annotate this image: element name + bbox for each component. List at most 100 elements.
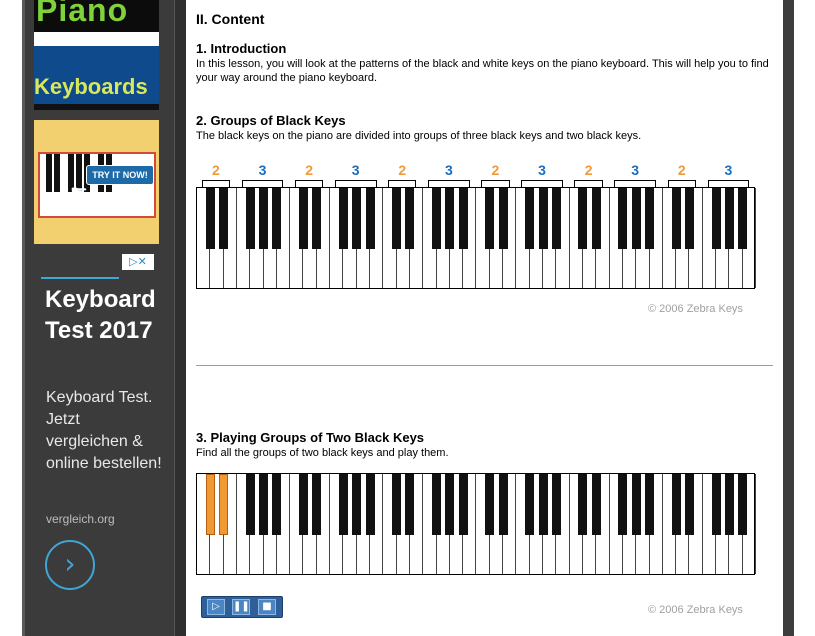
black-key[interactable] [392,474,402,535]
black-key[interactable] [525,474,535,535]
black-key[interactable] [724,188,734,249]
group-count-label: 2 [305,162,314,178]
black-key[interactable] [618,474,628,535]
group-count-label: 2 [584,162,593,178]
black-key[interactable] [578,474,588,535]
black-key[interactable] [259,474,269,535]
groups-text: The black keys on the piano are divided … [196,130,642,142]
try-it-now-ad-image[interactable]: TRY IT NOW! ☛ [34,120,159,244]
black-key[interactable] [405,188,415,249]
group-count-label: 3 [538,162,546,178]
black-key[interactable] [618,188,628,249]
piano-keyboards-banner[interactable]: Piano Keyboards [34,0,159,110]
black-key[interactable] [219,474,229,535]
black-key[interactable] [498,474,508,535]
group-bracket [481,180,510,187]
black-key[interactable] [538,474,548,535]
black-key[interactable] [352,188,362,249]
black-key[interactable] [591,188,601,249]
black-key[interactable] [205,474,215,535]
chevron-right-icon[interactable]: › [45,540,95,590]
ad-title[interactable]: Keyboard Test 2017 [45,284,165,346]
black-key[interactable] [445,188,455,249]
black-key[interactable] [272,188,282,249]
mini-keyboard-illustration [38,152,156,218]
black-key[interactable] [738,188,748,249]
black-key[interactable] [445,474,455,535]
black-key[interactable] [205,188,215,249]
stop-icon[interactable]: ■ [258,599,276,615]
playing-heading: 3. Playing Groups of Two Black Keys [196,430,425,445]
black-key[interactable] [245,188,255,249]
black-key[interactable] [298,474,308,535]
banner-top-text: Piano [36,0,129,28]
black-key[interactable] [312,188,322,249]
black-key[interactable] [365,188,375,249]
group-bracket [334,180,377,187]
copyright-2: © 2006 Zebra Keys [648,604,743,616]
grouped-piano-keyboard: 2 3 2 3 2 3 2 3 2 3 2 3 [196,160,756,289]
playback-controls: ▷ ❚❚ ■ [201,596,283,618]
black-key[interactable] [671,188,681,249]
black-key[interactable] [724,474,734,535]
group-bracket [667,180,696,187]
black-key[interactable] [671,474,681,535]
black-key[interactable] [338,188,348,249]
black-key[interactable] [392,188,402,249]
section-title: II. Content [196,11,265,27]
black-key[interactable] [711,188,721,249]
black-key[interactable] [525,188,535,249]
black-key[interactable] [578,188,588,249]
frame-right [783,0,815,636]
black-key[interactable] [365,474,375,535]
black-key[interactable] [551,188,561,249]
intro-text: In this lesson, you will look at the pat… [196,58,769,84]
lesson-content: II. Content 1. Introduction In this less… [186,0,783,636]
sidebar-divider [174,0,186,636]
banner-bottom-text: Keyboards [34,74,148,99]
group-count-label: 3 [351,162,360,178]
black-key[interactable] [219,188,229,249]
ad-url[interactable]: vergleich.org [46,512,115,526]
try-it-now-button[interactable]: TRY IT NOW! [86,165,154,185]
black-key[interactable] [245,474,255,535]
black-key[interactable] [551,474,561,535]
black-key[interactable] [684,188,694,249]
ad-accent-line [41,277,119,279]
black-key[interactable] [259,188,269,249]
group-count-label: 2 [491,162,500,178]
black-key[interactable] [591,474,601,535]
black-key[interactable] [738,474,748,535]
group-count-label: 2 [212,162,220,178]
black-key[interactable] [352,474,362,535]
pause-icon[interactable]: ❚❚ [232,599,250,615]
play-icon[interactable]: ▷ [207,599,225,615]
group-count-label: 3 [444,162,453,178]
black-key[interactable] [631,188,641,249]
black-key[interactable] [338,474,348,535]
black-key[interactable] [458,474,468,535]
black-key[interactable] [538,188,548,249]
piano-keys-grouped[interactable] [196,187,756,289]
adchoices-icon[interactable]: ▷✕ [122,254,154,270]
black-key[interactable] [432,188,442,249]
black-key[interactable] [405,474,415,535]
ad-description[interactable]: Keyboard Test. Jetzt vergleichen & onlin… [46,387,166,475]
black-key[interactable] [485,188,495,249]
black-key[interactable] [312,474,322,535]
piano-keys-interactive[interactable] [196,473,756,575]
black-key[interactable] [432,474,442,535]
black-key[interactable] [631,474,641,535]
black-key[interactable] [298,188,308,249]
groups-heading: 2. Groups of Black Keys [196,113,346,128]
black-key[interactable] [645,188,655,249]
black-key[interactable] [458,188,468,249]
group-bracket [614,180,656,187]
black-key[interactable] [498,188,508,249]
black-key[interactable] [711,474,721,535]
black-key[interactable] [485,474,495,535]
black-key[interactable] [684,474,694,535]
black-key[interactable] [645,474,655,535]
black-key[interactable] [272,474,282,535]
playing-text: Find all the groups of two black keys an… [196,447,449,459]
